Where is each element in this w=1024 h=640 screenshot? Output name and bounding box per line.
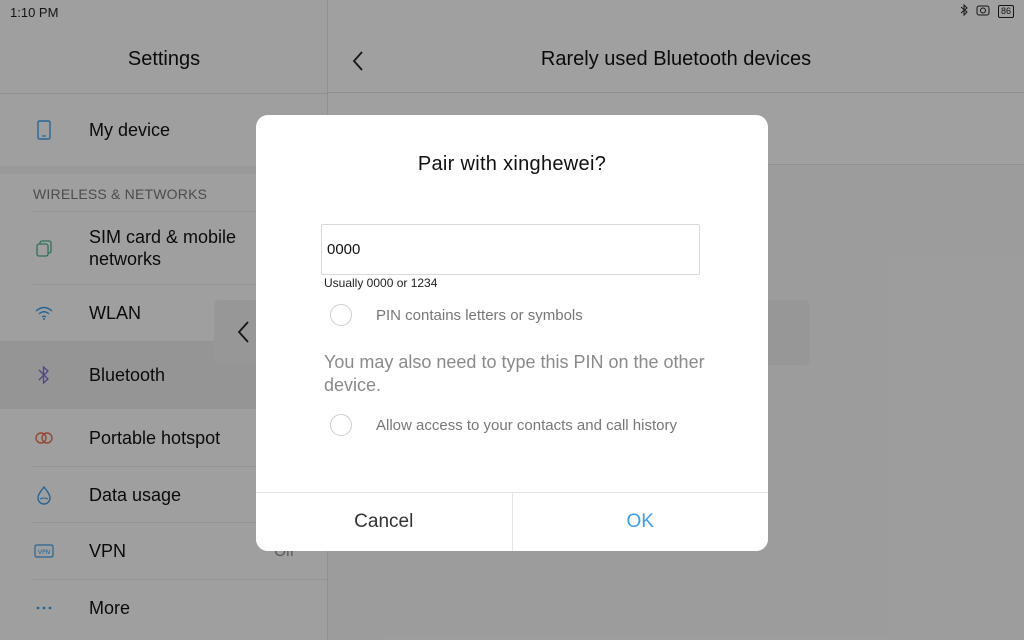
pin-input[interactable]	[321, 224, 700, 275]
pairing-dialog: Pair with xinghewei? Usually 0000 or 123…	[256, 115, 768, 551]
dialog-footer: Cancel OK	[256, 492, 768, 551]
dialog-title: Pair with xinghewei?	[417, 153, 607, 175]
pin-letters-checkbox[interactable]	[330, 304, 352, 326]
pin-letters-option[interactable]: PIN contains letters or symbols	[330, 304, 583, 326]
contacts-access-label: Allow access to your contacts and call h…	[376, 416, 677, 434]
pin-letters-label: PIN contains letters or symbols	[376, 306, 583, 324]
dialog-message: You may also need to type this PIN on th…	[324, 352, 705, 395]
cancel-button[interactable]: Cancel	[256, 493, 513, 551]
pin-hint: Usually 0000 or 1234	[324, 276, 438, 290]
contacts-access-option[interactable]: Allow access to your contacts and call h…	[330, 414, 677, 436]
contacts-access-checkbox[interactable]	[330, 414, 352, 436]
ok-button[interactable]: OK	[512, 493, 768, 551]
